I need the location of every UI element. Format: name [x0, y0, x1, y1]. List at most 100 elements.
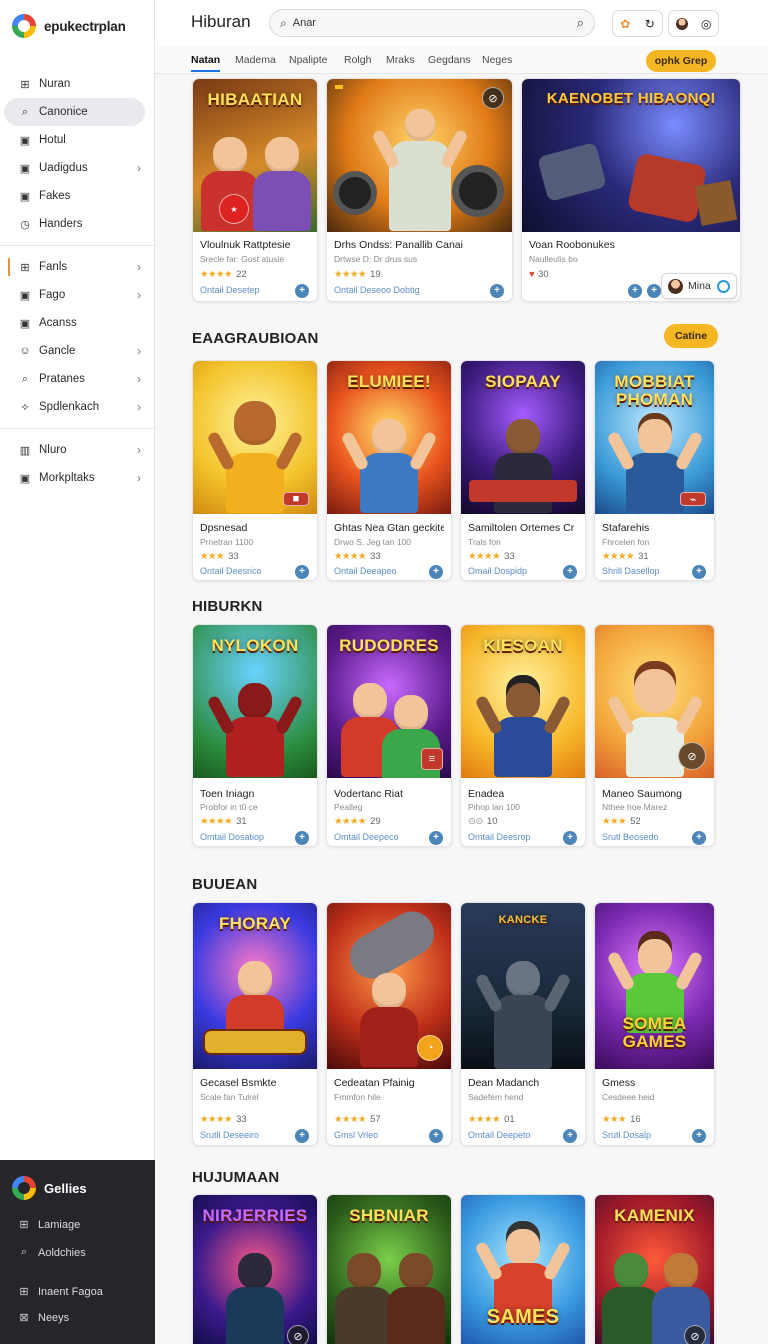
search-input[interactable] — [292, 17, 553, 29]
add-button[interactable]: + — [295, 831, 309, 845]
featured-card[interactable]: HIBAATIAN ★ Vloulnuk Rattptesie Srecle f… — [192, 78, 318, 302]
status-ring-icon — [717, 280, 730, 293]
tab-mraks[interactable]: Mraks — [386, 54, 415, 66]
game-card[interactable]: ELUMIEE! Ghtas Nea Gtan geckite Drwo S. … — [326, 360, 452, 581]
tab-natan[interactable]: Natan — [191, 54, 221, 72]
tab-neges[interactable]: Neges — [482, 54, 512, 66]
apps-button[interactable]: ✿ ↻ — [612, 10, 663, 37]
sidebar-item-morkpltaks[interactable]: ▣ Morkpltaks › — [0, 464, 155, 492]
game-card[interactable]: FHORAY Gecasel Bsmkte Scale fan Tulrel ★… — [192, 902, 318, 1146]
search-submit-icon[interactable]: ⌕ — [577, 15, 584, 31]
card-link[interactable]: Omtail Deepeco — [334, 832, 399, 842]
game-card[interactable]: SIOPAAY Samiltolen Ortemes Cr Trals fon … — [460, 360, 586, 581]
section-title: BUUEAN — [192, 876, 258, 893]
featured-card[interactable]: KAENOBET HIBAONQI Voan Roobonukes Naulle… — [521, 78, 741, 302]
dock-item-lamiage[interactable]: ⊞ Lamiage — [18, 1218, 80, 1232]
game-card[interactable]: MOBBIAT PHOMAN ⌁ Stafarehis Fhrcelen fon… — [594, 360, 715, 581]
add-button[interactable]: + — [295, 284, 309, 298]
tab-madema[interactable]: Madema — [235, 54, 276, 66]
section-action-button[interactable]: Catine — [664, 324, 718, 348]
card-link[interactable]: Ontail Deesrico — [200, 566, 262, 576]
sidebar-item-uadigdus[interactable]: ▣ Uadigdus › — [0, 154, 155, 182]
card-rating: ★★★ 16 — [602, 1114, 641, 1125]
card-link[interactable]: Ontail Deeapeo — [334, 566, 397, 576]
add-button[interactable]: + — [429, 1129, 443, 1143]
account-button[interactable]: ◎ — [668, 10, 719, 37]
game-card[interactable]: SHBNIAR — [326, 1194, 452, 1344]
dock-item-neeys[interactable]: ⊠ Neeys — [18, 1311, 70, 1325]
sidebar-item-label: Nluro — [39, 444, 67, 456]
sidebar-item-canonice[interactable]: ⌕ Canonice — [4, 98, 145, 126]
logo-badge-icon: ≡ — [421, 748, 443, 770]
card-link[interactable]: Omtail Deesrop — [468, 832, 531, 842]
sidebar-item-fago[interactable]: ▣ Fago › — [0, 281, 155, 309]
add-button[interactable]: + — [563, 831, 577, 845]
card-title: Vloulnuk Rattptesie — [200, 239, 291, 251]
character-figure — [633, 669, 676, 713]
game-thumbnail: SAMES — [461, 1195, 585, 1344]
tab-rolgh[interactable]: Rolgh — [344, 54, 371, 66]
sidebar-item-fakes[interactable]: ▣ Fakes — [0, 182, 155, 210]
add-button[interactable]: + — [490, 284, 504, 298]
featured-card[interactable]: ⊘ Drhs Ondss: Panallib Canai Drtwse D: D… — [326, 78, 513, 302]
sidebar-item-nuran[interactable]: ⊞ Nuran — [0, 70, 155, 98]
sidebar-divider — [0, 245, 155, 246]
sidebar-item-spdlenkach[interactable]: ✧ Spdlenkach › — [0, 393, 155, 421]
brand[interactable]: epukectrplan — [12, 12, 126, 40]
top-action-button[interactable]: ophk Grep — [646, 50, 716, 72]
tab-gegdans[interactable]: Gegdans — [428, 54, 471, 66]
card-link[interactable]: Gmsl Vrleo — [334, 1130, 378, 1140]
sidebar-item-handers[interactable]: ◷ Handers — [0, 210, 155, 238]
dock-header[interactable]: Gellies — [12, 1176, 87, 1200]
add-button[interactable]: + — [692, 831, 706, 845]
card-link[interactable]: Srutl Beosedo — [602, 832, 659, 842]
add-button[interactable]: + — [647, 284, 661, 298]
card-link[interactable]: Omtail Deepeto — [468, 1130, 531, 1140]
sidebar-item-nluro[interactable]: ▥ Nluro › — [0, 436, 155, 464]
tab-npalipte[interactable]: Npalipte — [289, 54, 328, 66]
card-link[interactable]: Omail Dospidp — [468, 566, 527, 576]
game-card[interactable]: KIESOAN Enadea Pihop lan 100 ⊝⊝ 10 Omtail… — [460, 624, 586, 847]
card-link[interactable]: Srutll Deseeiro — [200, 1130, 259, 1140]
game-card[interactable]: KAMENIX ⊘ — [594, 1194, 715, 1344]
card-link[interactable]: Omtail Dosatiop — [200, 832, 264, 842]
game-card[interactable]: ⊘ Maneo Saumong Nthee hoe Marez ★★★ 52 Sr… — [594, 624, 715, 847]
sidebar-item-acanss[interactable]: ▣ Acanss — [0, 309, 155, 337]
game-card[interactable]: ◔ Cedeatan Pfainig Fmmfon hile ★★★★ 57 Gm… — [326, 902, 452, 1146]
star-rating-icon: ★★★★ — [334, 269, 367, 280]
add-button[interactable]: + — [628, 284, 642, 298]
character-figure — [542, 1240, 572, 1282]
dock-item-inaent-fagoa[interactable]: ⊞ Inaent Fagoa — [18, 1285, 102, 1299]
sidebar-item-hotul[interactable]: ▣ Hotul — [0, 126, 155, 154]
sidebar-item-pratanes[interactable]: ⌕ Pratanes › — [0, 365, 155, 393]
game-card[interactable]: NIRJERRIES ⊘ — [192, 1194, 318, 1344]
dock-item-label: Neeys — [38, 1311, 70, 1324]
user-icon: ☺ — [19, 345, 31, 357]
dock-item-aoldchies[interactable]: ⌕ Aoldchies — [18, 1246, 86, 1259]
card-link[interactable]: Srutl Dosalp — [602, 1130, 651, 1140]
add-button[interactable]: + — [563, 565, 577, 579]
game-card[interactable]: KANCKE Dean Madanch Sadefem hend ★★★★ 01 … — [460, 902, 586, 1146]
thumbnail-art-title — [335, 85, 343, 89]
card-link[interactable]: Ontail Desetep — [200, 285, 260, 295]
add-button[interactable]: + — [692, 565, 706, 579]
card-link[interactable]: Shrill Dasellop — [602, 566, 660, 576]
game-card[interactable]: SAMES — [460, 1194, 586, 1344]
game-card[interactable]: ■ Dpsnesad Prnetran 1100 ★★★ 33 Ontail De… — [192, 360, 318, 581]
sidebar-item-gancle[interactable]: ☺ Gancle › — [0, 337, 155, 365]
add-button[interactable]: + — [295, 1129, 309, 1143]
profile-chip[interactable]: Mina — [661, 273, 737, 299]
add-button[interactable]: + — [295, 565, 309, 579]
card-link[interactable]: Ontail Deseoo Dobtig — [334, 285, 420, 295]
game-card[interactable]: NYLOKON Toen Iniagn Probfor in t0 ce ★★★… — [192, 624, 318, 847]
game-card[interactable]: SOMEA GAMES Gmess Cesdeee heid ★★★ 16 Sru… — [594, 902, 715, 1146]
rating-count: 33 — [228, 551, 239, 562]
search-bar[interactable]: ⌕ ⌕ — [269, 9, 595, 37]
add-button[interactable]: + — [429, 565, 443, 579]
add-button[interactable]: + — [563, 1129, 577, 1143]
character-figure — [238, 1253, 272, 1289]
add-button[interactable]: + — [692, 1129, 706, 1143]
sidebar-item-fanls[interactable]: ⊞ Fanls › — [0, 253, 155, 281]
game-card[interactable]: RUDODRES ≡ Vodertanc Riat Pealleg ★★★★ 29… — [326, 624, 452, 847]
add-button[interactable]: + — [429, 831, 443, 845]
